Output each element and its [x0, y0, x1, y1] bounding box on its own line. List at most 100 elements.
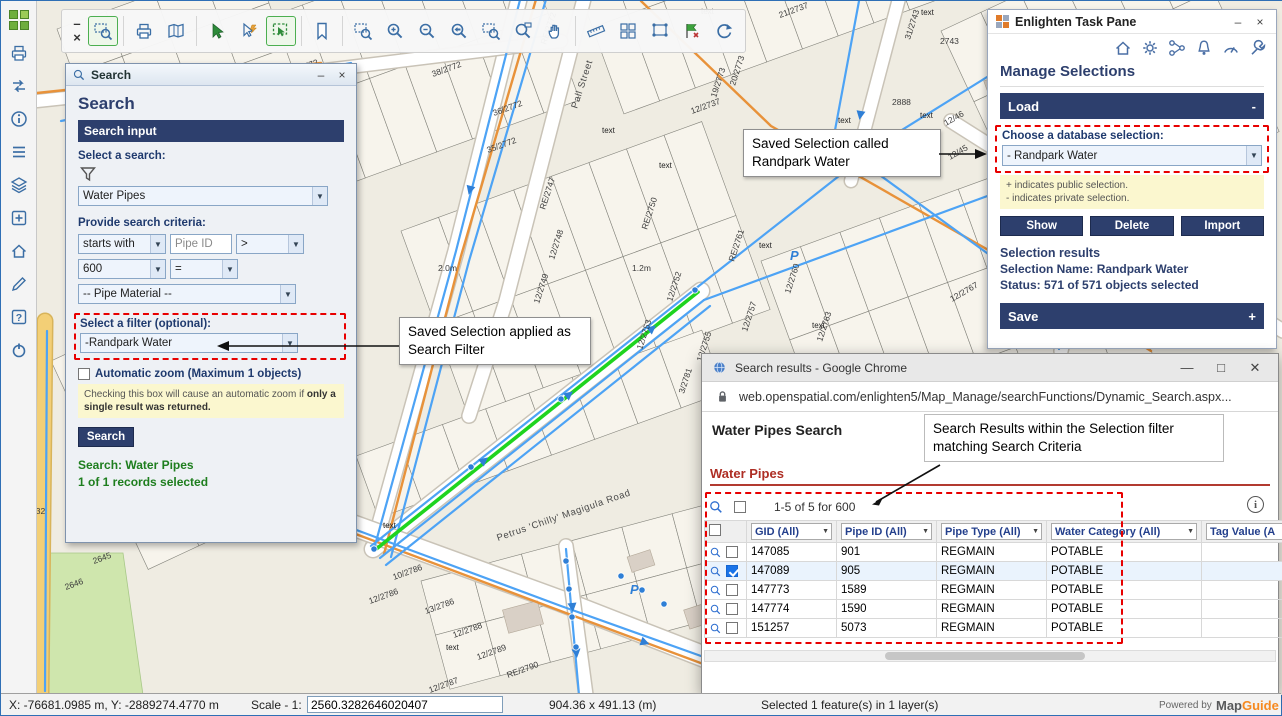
select-all-checkbox[interactable] — [734, 501, 746, 513]
select-area-search-button[interactable] — [88, 16, 118, 46]
value-select[interactable]: 600▼ — [78, 259, 166, 279]
clear-selection-button[interactable] — [677, 16, 707, 46]
table-row[interactable]: 1477731589REGMAINPOTABLE — [705, 581, 1282, 600]
task-pane-titlebar[interactable]: Enlighten Task Pane – × — [988, 10, 1276, 34]
workflow-icon[interactable] — [1167, 38, 1185, 56]
cell-gid: 147774 — [747, 600, 837, 619]
select-lightning-button[interactable] — [234, 16, 264, 46]
chrome-address-bar[interactable]: web.openspatial.com/enlighten5/Map_Manag… — [702, 382, 1278, 412]
show-button[interactable]: Show — [1000, 216, 1083, 236]
row-checkbox[interactable] — [726, 622, 738, 634]
scale-input[interactable] — [307, 696, 503, 713]
manage-selections-heading: Manage Selections — [1000, 60, 1264, 87]
row-checkbox[interactable] — [726, 603, 738, 615]
add-layer-button[interactable] — [6, 205, 32, 231]
row-search-icon[interactable] — [709, 603, 722, 616]
saved-selection-callout: Saved Selection called Randpark Water — [743, 129, 941, 177]
zoom-selected-button[interactable] — [508, 16, 538, 46]
column-filter-pipe-id[interactable]: Pipe ID (All)▼ — [841, 523, 932, 540]
delete-button[interactable]: Delete — [1090, 216, 1173, 236]
column-filter-water-category[interactable]: Water Category (All)▼ — [1051, 523, 1197, 540]
zoom-previous-button[interactable] — [444, 16, 474, 46]
operator-select-2[interactable]: >▼ — [236, 234, 304, 254]
search-button[interactable]: Search — [78, 427, 134, 447]
column-filter-pipe-type[interactable]: Pipe Type (All)▼ — [941, 523, 1042, 540]
pipe-material-select[interactable]: -- Pipe Material --▼ — [78, 284, 296, 304]
gear-icon[interactable] — [1140, 38, 1158, 56]
swap-panels-button[interactable] — [6, 73, 32, 99]
row-search-icon[interactable] — [709, 565, 722, 578]
toolbar-close-button[interactable]: × — [73, 32, 81, 44]
header-checkbox[interactable] — [709, 524, 721, 536]
chrome-minimize-button[interactable]: — — [1174, 360, 1200, 375]
expand-toggle[interactable]: + — [1248, 309, 1256, 324]
bookmark-button[interactable] — [307, 16, 337, 46]
row-checkbox[interactable] — [726, 584, 738, 596]
select-arrow-button[interactable] — [202, 16, 232, 46]
filter-select[interactable]: -Randpark Water▼ — [80, 333, 298, 353]
search-panel-titlebar[interactable]: Search – × — [66, 64, 356, 86]
db-selection-annotation-zone: Choose a database selection: - Randpark … — [995, 125, 1269, 173]
row-search-icon[interactable] — [709, 584, 722, 597]
home-icon[interactable] — [1113, 38, 1131, 56]
column-filter-gid[interactable]: GID (All)▼ — [751, 523, 832, 540]
legend-grid-button[interactable] — [6, 7, 32, 33]
column-filter-tag-value[interactable]: Tag Value (A — [1206, 523, 1282, 540]
search-icon[interactable] — [708, 499, 724, 515]
operator-select-1[interactable]: starts with▼ — [78, 234, 166, 254]
help-button[interactable] — [6, 304, 32, 330]
info-button[interactable] — [6, 106, 32, 132]
db-selection-select[interactable]: - Randpark Water▼ — [1002, 145, 1262, 166]
search-panel-minimize-button[interactable]: – — [313, 68, 329, 82]
zoom-out-button[interactable] — [412, 16, 442, 46]
task-pane-minimize-button[interactable]: – — [1230, 15, 1246, 29]
map-book-button[interactable] — [161, 16, 191, 46]
layer-list-button[interactable] — [6, 139, 32, 165]
table-row[interactable]: 1512575073REGMAINPOTABLE — [705, 619, 1282, 638]
row-checkbox[interactable] — [726, 546, 738, 558]
table-row[interactable]: 147085901REGMAINPOTABLE — [705, 543, 1282, 562]
home-view-button[interactable] — [6, 238, 32, 264]
wrench-icon[interactable] — [1248, 38, 1266, 56]
import-button[interactable]: Import — [1181, 216, 1264, 236]
redline-button[interactable] — [6, 271, 32, 297]
chrome-close-button[interactable]: ✕ — [1242, 360, 1268, 376]
grid-button[interactable] — [613, 16, 643, 46]
zoom-window-button[interactable] — [348, 16, 378, 46]
search-type-select[interactable]: Water Pipes▼ — [78, 186, 328, 206]
zoom-in-button[interactable] — [380, 16, 410, 46]
task-pane-close-button[interactable]: × — [1252, 15, 1268, 29]
chrome-titlebar[interactable]: Search results - Google Chrome — □ ✕ — [702, 354, 1278, 382]
pipe-id-field[interactable]: Pipe ID — [170, 234, 232, 254]
autozoom-checkbox[interactable] — [78, 368, 90, 380]
chrome-maximize-button[interactable]: □ — [1208, 360, 1234, 375]
print-button[interactable] — [6, 40, 32, 66]
table-row[interactable]: 1477741590REGMAINPOTABLE — [705, 600, 1282, 619]
layers-button[interactable] — [6, 172, 32, 198]
print-map-button[interactable] — [129, 16, 159, 46]
select-area-search-icon — [93, 21, 113, 41]
map-label: 2888 — [892, 97, 911, 107]
bell-icon[interactable] — [1194, 38, 1212, 56]
refresh-button[interactable] — [709, 16, 739, 46]
info-icon[interactable]: i — [1247, 496, 1264, 513]
measure-button[interactable] — [581, 16, 611, 46]
search-panel-close-button[interactable]: × — [334, 68, 350, 82]
gauge-icon[interactable] — [1221, 38, 1239, 56]
power-button[interactable] — [6, 337, 32, 363]
load-section-header[interactable]: Load - — [1000, 93, 1264, 119]
select-polygon-button[interactable] — [645, 16, 675, 46]
table-row[interactable]: 147089905REGMAINPOTABLE — [705, 562, 1282, 581]
operator-select-3[interactable]: =▼ — [170, 259, 238, 279]
pan-button[interactable] — [540, 16, 570, 46]
row-checkbox[interactable] — [726, 565, 738, 577]
save-section-header[interactable]: Save + — [1000, 303, 1264, 329]
toolbar-collapse-button[interactable]: – — [73, 18, 80, 30]
scrollbar-thumb[interactable] — [885, 652, 1085, 660]
zoom-extents-button[interactable] — [476, 16, 506, 46]
collapse-toggle[interactable]: - — [1252, 99, 1256, 114]
row-search-icon[interactable] — [709, 546, 722, 559]
row-search-icon[interactable] — [709, 622, 722, 635]
select-box-button[interactable] — [266, 16, 296, 46]
horizontal-scrollbar[interactable] — [704, 650, 1276, 662]
